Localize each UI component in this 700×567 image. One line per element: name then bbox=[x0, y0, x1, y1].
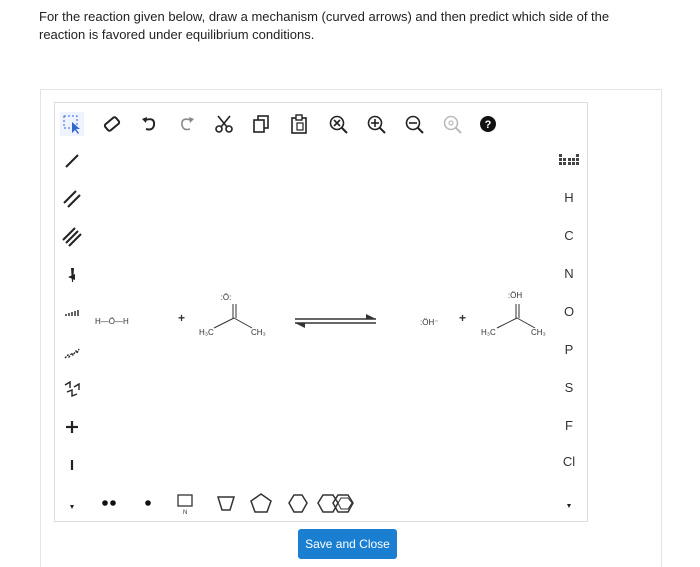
svg-text:?: ? bbox=[485, 119, 492, 131]
help-icon[interactable]: ? bbox=[476, 112, 500, 136]
drawing-canvas[interactable]: H—Ö—H + :Ö: H₃C CH₃ :ÖH⁻ + :ÖH H₃C CH₃ bbox=[90, 142, 546, 482]
wavy-bond-icon[interactable] bbox=[58, 338, 86, 364]
select-icon[interactable] bbox=[60, 112, 84, 136]
acetone-left-methyl: H₃C bbox=[199, 328, 214, 337]
product-left-methyl: H₃C bbox=[481, 328, 496, 337]
undo-icon[interactable] bbox=[138, 112, 162, 136]
left-toolbar bbox=[56, 142, 88, 520]
acetone-molecule: :Ö: H₃C CH₃ bbox=[199, 293, 266, 337]
element-p[interactable]: P bbox=[552, 342, 586, 357]
element-f[interactable]: F bbox=[552, 418, 586, 433]
positive-charge-icon[interactable] bbox=[58, 414, 86, 440]
template-icon[interactable]: N bbox=[177, 494, 193, 516]
element-c[interactable]: C bbox=[552, 228, 586, 243]
benzene-ring-icon[interactable] bbox=[332, 494, 354, 513]
element-s[interactable]: S bbox=[552, 380, 586, 395]
radical-icon[interactable] bbox=[145, 500, 151, 506]
plus-sign-2: + bbox=[459, 311, 466, 325]
element-palette: H C N O P S F Cl bbox=[552, 142, 586, 520]
water-molecule: H—Ö—H bbox=[95, 317, 129, 326]
periodic-table-icon[interactable] bbox=[552, 152, 586, 171]
cyclohexane-icon[interactable] bbox=[288, 494, 308, 513]
triple-bond-icon[interactable] bbox=[58, 224, 86, 250]
svg-text:N: N bbox=[183, 510, 187, 516]
copy-icon[interactable] bbox=[249, 112, 273, 136]
plus-sign-1: + bbox=[178, 311, 185, 325]
hydroxide-ion: :ÖH⁻ bbox=[420, 318, 438, 327]
reaction-diagram: H—Ö—H + :Ö: H₃C CH₃ :ÖH⁻ + :ÖH H₃C CH₃ bbox=[95, 291, 546, 337]
acetone-oxygen: :Ö: bbox=[221, 293, 232, 302]
wedge-bond-icon[interactable] bbox=[58, 262, 86, 288]
product-right-methyl: CH₃ bbox=[531, 328, 546, 337]
hash-bond-icon[interactable] bbox=[58, 300, 86, 326]
element-cl[interactable]: Cl bbox=[552, 454, 586, 469]
eraser-icon[interactable] bbox=[100, 112, 124, 136]
element-n[interactable]: N bbox=[552, 266, 586, 281]
question-line-2: reaction is favored under equilibrium co… bbox=[39, 27, 315, 42]
more-icon[interactable] bbox=[58, 494, 86, 520]
top-toolbar: ? bbox=[54, 102, 586, 142]
zoom-out-icon[interactable] bbox=[402, 112, 426, 136]
double-bond-icon[interactable] bbox=[58, 186, 86, 212]
equilibrium-arrow bbox=[295, 314, 376, 328]
cut-icon[interactable] bbox=[212, 112, 236, 136]
single-bond-icon[interactable] bbox=[58, 148, 86, 174]
zoom-fit-icon[interactable] bbox=[326, 112, 350, 136]
question-text: For the reaction given below, draw a mec… bbox=[39, 8, 639, 44]
cyclopentane-icon[interactable] bbox=[250, 493, 272, 513]
acetone-right-methyl: CH₃ bbox=[251, 328, 266, 337]
element-h[interactable]: H bbox=[552, 190, 586, 205]
product-molecule: :ÖH H₃C CH₃ bbox=[481, 291, 546, 337]
negative-charge-icon[interactable] bbox=[58, 452, 86, 478]
bottom-toolbar: N bbox=[90, 486, 550, 520]
element-more-icon[interactable] bbox=[552, 498, 586, 513]
save-and-close-button[interactable]: Save and Close bbox=[298, 529, 397, 559]
zoom-reset-icon[interactable] bbox=[440, 112, 464, 136]
question-line-1: For the reaction given below, draw a mec… bbox=[39, 9, 610, 24]
element-o[interactable]: O bbox=[552, 304, 586, 319]
lone-pair-icon[interactable] bbox=[102, 500, 116, 506]
redo-icon[interactable] bbox=[174, 112, 198, 136]
product-hydroxyl: :ÖH bbox=[508, 291, 522, 300]
cyclopropane-icon[interactable] bbox=[216, 496, 236, 511]
chain-icon[interactable] bbox=[58, 376, 86, 402]
zoom-in-icon[interactable] bbox=[364, 112, 388, 136]
paste-icon[interactable] bbox=[287, 112, 311, 136]
